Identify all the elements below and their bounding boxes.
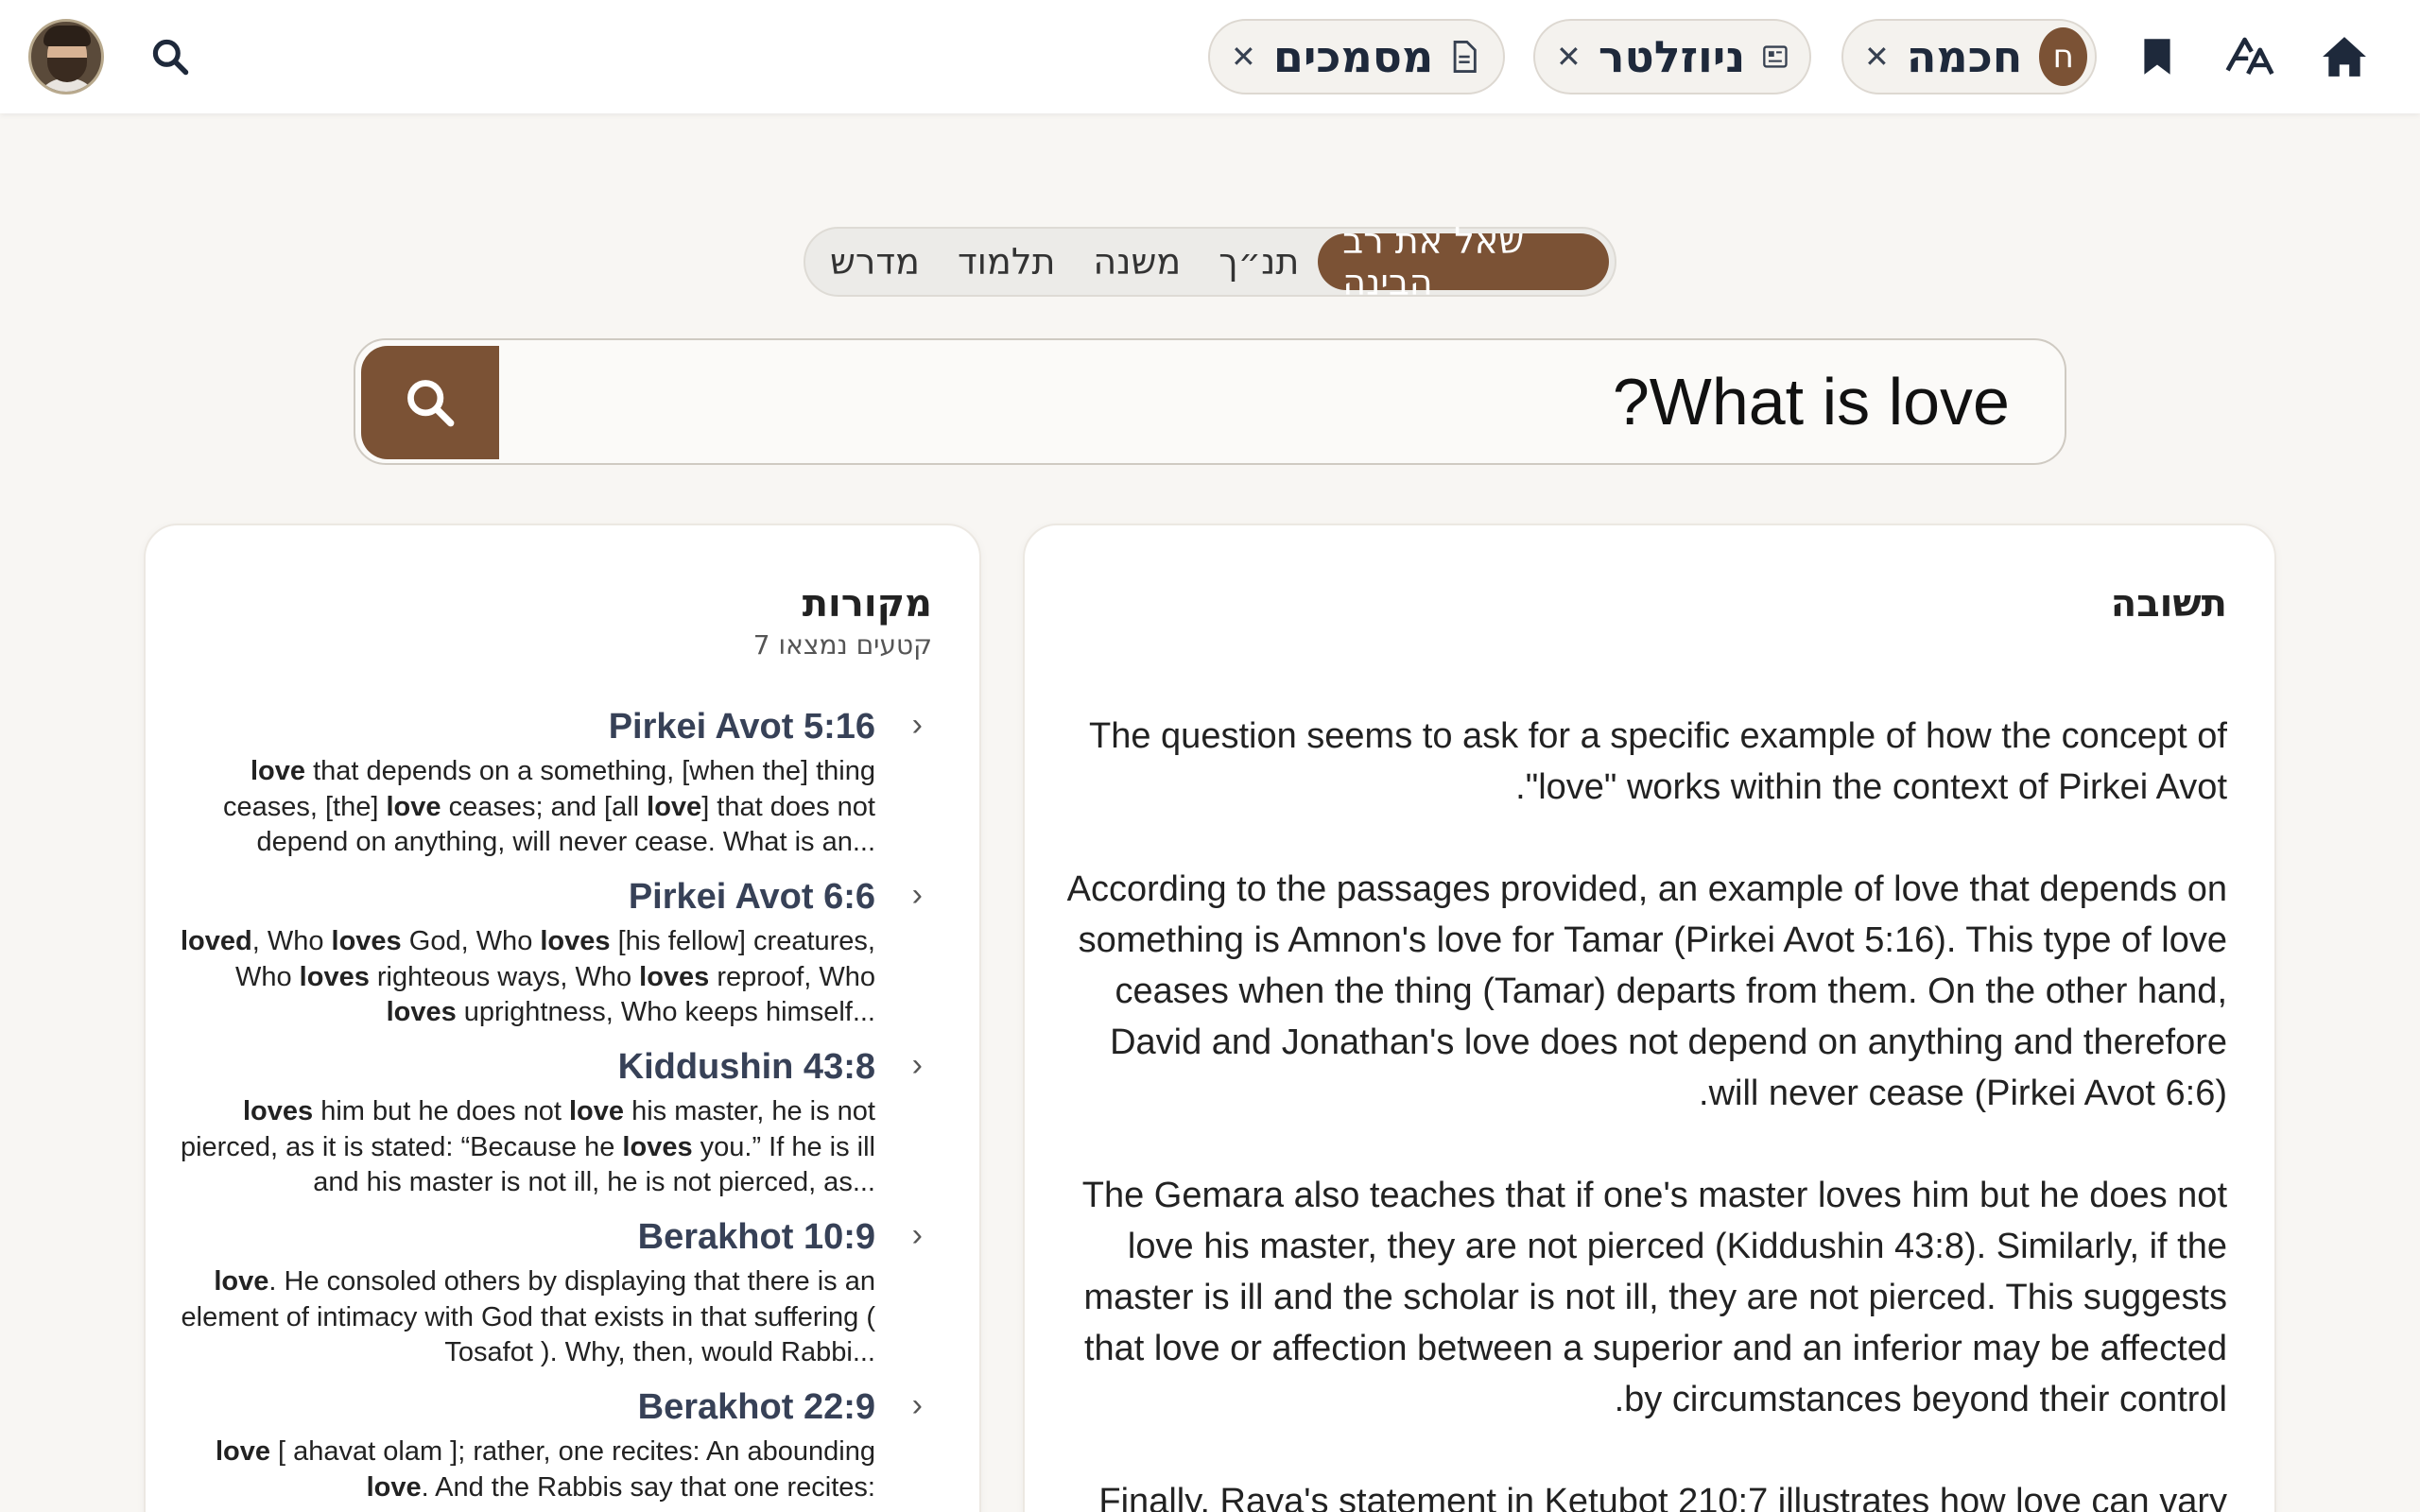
close-icon[interactable]: ✕ (1864, 39, 1890, 75)
mode-talmud[interactable]: תלמוד (939, 233, 1074, 290)
source-title[interactable]: Berakhot 22:9 (176, 1382, 875, 1433)
tab-label: חכמה (1906, 31, 2023, 82)
source-list: › Pirkei Avot 5:16 love that depends on … (176, 701, 923, 1512)
search-icon (407, 380, 455, 427)
source-snippet: love. He consoled others by displaying t… (181, 1266, 875, 1367)
search-button[interactable] (361, 346, 499, 459)
search-input[interactable] (507, 340, 2038, 463)
tab-wisdom[interactable]: ✕ חכמה ח (1841, 19, 2097, 94)
chevron-right-icon[interactable]: › (912, 877, 923, 914)
bookmark-icon[interactable] (2129, 28, 2186, 85)
answer-paragraph: The Gemara also teaches that if one's ma… (1081, 1176, 2227, 1419)
sources-count: 7 קטעים נמצאו (752, 629, 932, 661)
document-icon (1453, 41, 1478, 73)
answer-paragraph: According to the passages provided, an e… (1066, 869, 2227, 1113)
tab-newsletter[interactable]: ✕ ניוזלטר (1533, 19, 1811, 94)
close-icon[interactable]: ✕ (1556, 39, 1582, 75)
source-snippet: loved, Who loves God, Who loves [his fel… (180, 926, 875, 1027)
source-title[interactable]: Pirkei Avot 6:6 (176, 871, 875, 922)
answer-body: The question seems to ask for a specific… (1059, 711, 2227, 1512)
source-title[interactable]: Berakhot 10:9 (176, 1211, 875, 1263)
translate-icon[interactable] (2221, 28, 2278, 85)
source-item[interactable]: › Berakhot 10:9 love. He consoled others… (176, 1211, 923, 1382)
sources-title: מקורות (802, 582, 932, 626)
home-icon[interactable] (2316, 28, 2373, 85)
mode-ask-rav[interactable]: שאל את רב הבינה (1318, 220, 1609, 303)
newspaper-icon (1763, 45, 1788, 68)
answer-card: תשובה The question seems to ask for a sp… (1023, 524, 2276, 1512)
source-item[interactable]: › Pirkei Avot 6:6 loved, Who loves God, … (176, 871, 923, 1041)
sources-card: מקורות 7 קטעים נמצאו › Pirkei Avot 5:16 … (144, 524, 981, 1512)
chevron-right-icon[interactable]: › (912, 1217, 923, 1254)
chevron-right-icon[interactable]: › (912, 1387, 923, 1424)
answer-paragraph: Finally, Rava's statement in Ketubot 210… (1098, 1482, 2227, 1512)
search-icon[interactable] (142, 28, 199, 85)
source-title[interactable]: Pirkei Avot 5:16 (176, 701, 875, 752)
answer-title: תשובה (2110, 582, 2227, 626)
source-item[interactable]: › Kiddushin 43:8 loves him but he does n… (176, 1041, 923, 1211)
tab-label: ניוזלטר (1598, 31, 1746, 82)
user-avatar[interactable] (28, 19, 104, 94)
mode-midrash[interactable]: מדרש (811, 233, 939, 290)
chevron-right-icon[interactable]: › (912, 707, 923, 744)
mode-mishnah[interactable]: משנה (1074, 233, 1200, 290)
source-title[interactable]: Kiddushin 43:8 (176, 1041, 875, 1092)
source-snippet: love [ ahavat olam ]; rather, one recite… (215, 1436, 875, 1503)
mode-tanakh[interactable]: תנ״ך (1200, 233, 1318, 290)
tab-documents[interactable]: ✕ מסמכים (1208, 19, 1505, 94)
chevron-right-icon[interactable]: › (912, 1047, 923, 1084)
source-item[interactable]: › Pirkei Avot 5:16 love that depends on … (176, 701, 923, 871)
mode-tabs: מדרש תלמוד משנה תנ״ך שאל את רב הבינה (804, 220, 1616, 303)
close-icon[interactable]: ✕ (1231, 39, 1256, 75)
tab-label: מסמכים (1272, 31, 1434, 82)
top-bar: ✕ מסמכים ✕ ניוזלטר ✕ חכמה ח (0, 0, 2420, 113)
source-snippet: love that depends on a something, [when … (222, 756, 875, 857)
wisdom-badge: ח (2039, 27, 2087, 86)
answer-paragraph: The question seems to ask for a specific… (1089, 716, 2227, 807)
source-item[interactable]: › Berakhot 22:9 love [ ahavat olam ]; ra… (176, 1382, 923, 1512)
source-snippet: loves him but he does not love his maste… (180, 1096, 875, 1197)
search-bar (354, 338, 2066, 465)
